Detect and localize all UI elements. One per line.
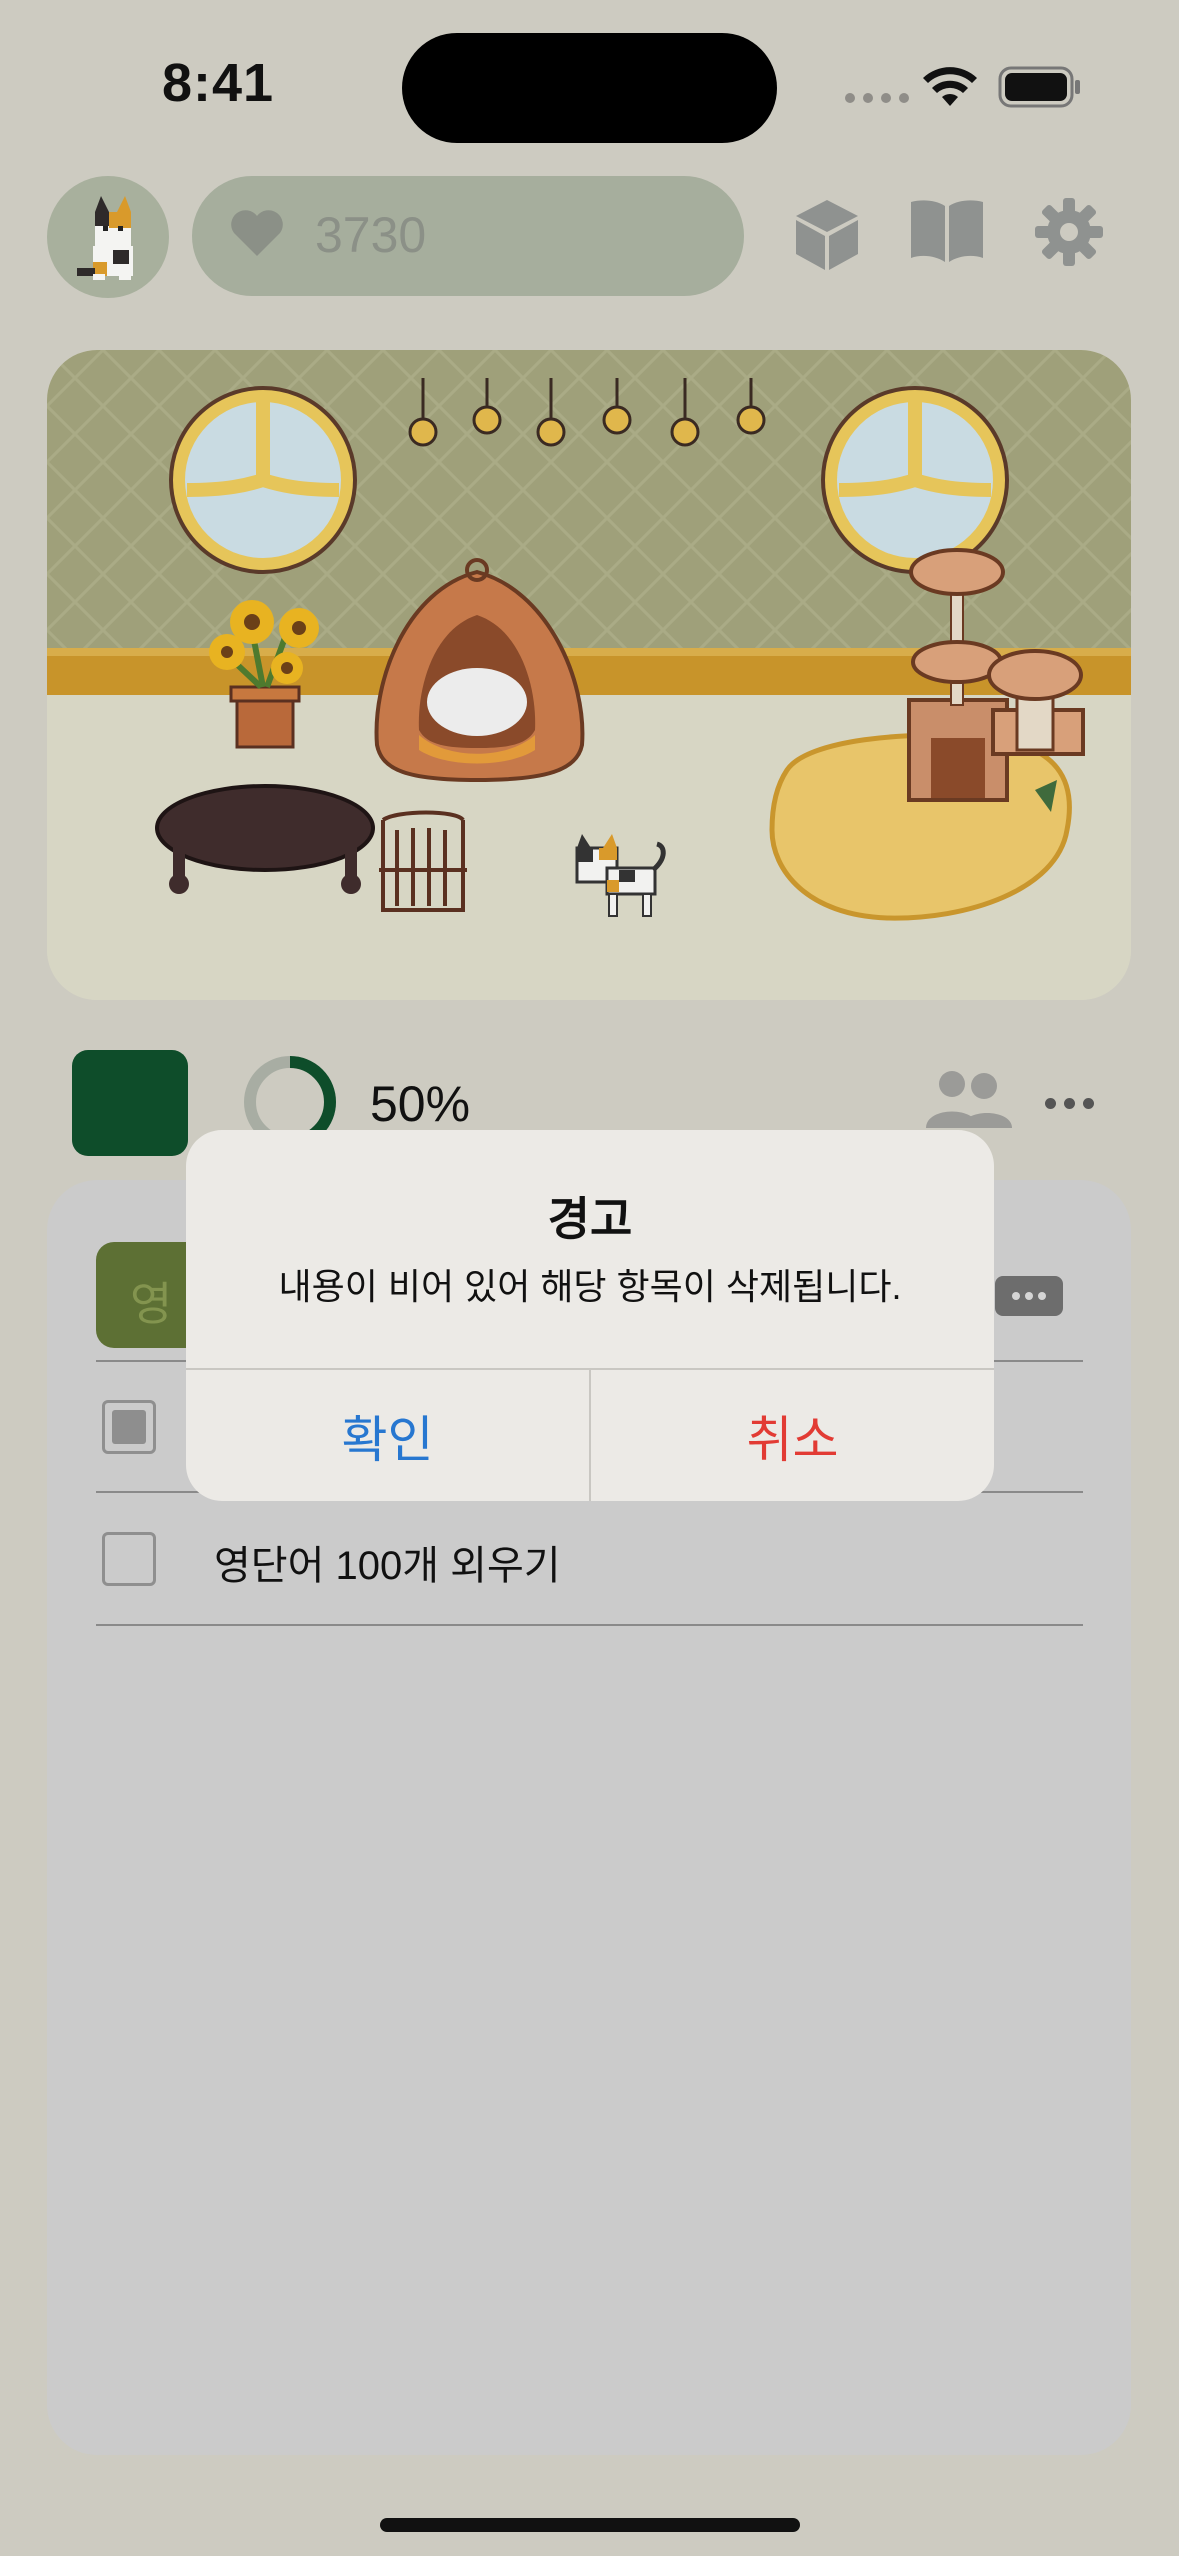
divider <box>96 1624 1083 1626</box>
room-illustration <box>47 350 1131 1000</box>
dynamic-island <box>402 33 777 143</box>
signal-icon <box>845 93 909 103</box>
window-right <box>821 386 1009 574</box>
category-tag-label: 영 <box>130 1278 173 1330</box>
battery-icon <box>998 66 1080 108</box>
todo-checkbox[interactable] <box>102 1532 156 1586</box>
alert-dialog: 경고 내용이 비어 있어 해당 항목이 삭제됩니다. 확인 취소 <box>186 1130 994 1501</box>
window-left <box>169 386 357 574</box>
cancel-button[interactable]: 취소 <box>591 1370 994 1501</box>
cat-avatar-icon <box>77 196 133 280</box>
status-time: 8:41 <box>162 53 275 113</box>
hearts-counter[interactable]: 3730 <box>192 176 744 296</box>
category-color-button[interactable] <box>72 1050 188 1156</box>
alert-message: 내용이 비어 있어 해당 항목이 삭제됩니다. <box>278 1266 902 1307</box>
cat-room-scene[interactable] <box>47 350 1131 1000</box>
more-icon[interactable] <box>1045 1098 1094 1109</box>
wifi-icon <box>923 67 977 106</box>
alert-title: 경고 <box>547 1193 633 1245</box>
heart-icon <box>231 210 283 256</box>
book-icon[interactable] <box>908 196 986 266</box>
progress-percent: 50% <box>370 1076 471 1132</box>
category-more-button[interactable] <box>995 1276 1063 1316</box>
friends-icon[interactable] <box>922 1070 1014 1130</box>
profile-avatar[interactable] <box>47 176 169 298</box>
confirm-button[interactable]: 확인 <box>186 1370 589 1501</box>
cube-icon[interactable] <box>792 196 862 274</box>
todo-checkbox[interactable] <box>102 1400 156 1454</box>
hearts-count: 3730 <box>315 207 427 263</box>
gear-icon[interactable] <box>1033 196 1105 268</box>
todo-item-text[interactable]: 영단어 100개 외우기 <box>214 1533 561 1591</box>
home-indicator[interactable] <box>380 2518 800 2532</box>
